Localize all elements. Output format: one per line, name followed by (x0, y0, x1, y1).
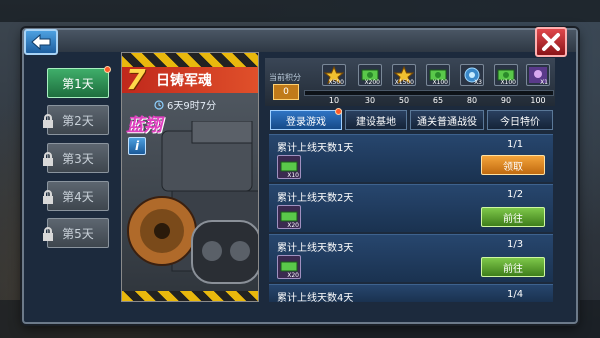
task-title: 累计上线天数1天 (277, 143, 354, 154)
milestone-reward-2[interactable]: X200 (358, 64, 382, 86)
arrow-left-icon (31, 34, 51, 50)
milestone-reward-6[interactable]: X100 (494, 64, 518, 86)
milestone-qty: X100 (432, 79, 448, 86)
game-top-bar (0, 0, 600, 22)
task-progress: 1/1 (507, 139, 524, 150)
task-row: 累计上线天数2天 1/2 X20 前往 (269, 184, 553, 232)
go-button-label: 前往 (503, 263, 523, 275)
task-reward[interactable]: X10 (277, 155, 301, 179)
close-icon (542, 33, 560, 51)
day-tab-5[interactable]: 第5天 (43, 218, 109, 248)
hero-day-number: 7 (126, 63, 146, 96)
claim-button[interactable]: 领取 (481, 155, 545, 175)
clock-icon (154, 99, 164, 110)
milestone-qty: X100 (500, 79, 516, 86)
day-tab-label: 第3天 (62, 151, 94, 166)
milestone-qty: X200 (364, 79, 380, 86)
score-text: 0 (283, 87, 289, 97)
milestone-value: 100 (530, 96, 546, 105)
tab-label: 登录游戏 (286, 116, 326, 128)
close-button[interactable] (535, 27, 567, 57)
milestone-reward-1[interactable]: X500 (322, 64, 346, 86)
event-timer: 6天9时7分 (154, 97, 216, 112)
task-row: 累计上线天数3天 1/3 X20 前往 (269, 234, 553, 282)
tab-label: 建设基地 (356, 116, 396, 128)
task-progress: 1/4 (507, 289, 524, 300)
day-tab-3[interactable]: 第3天 (43, 143, 109, 173)
task-title: 累计上线天数4天 (277, 293, 354, 304)
notification-dot (335, 108, 342, 115)
milestone-qty: X1 (540, 79, 548, 86)
milestone-qty: X1500 (394, 79, 414, 86)
milestone-reward-7[interactable]: X1 (526, 64, 550, 86)
hero-showcase-card: 7 日铸军魂 6天9时7分 蓝翔 i (121, 52, 259, 302)
hazard-stripes-bottom (122, 291, 258, 301)
reward-qty: X10 (287, 172, 299, 179)
task-progress: 1/3 (507, 239, 524, 250)
milestone-value: 30 (364, 96, 376, 105)
drill-saw (127, 196, 197, 266)
lock-icon (43, 114, 53, 128)
day-tab-label: 第2天 (62, 113, 94, 128)
tab-build-base[interactable]: 建设基地 (345, 110, 407, 130)
day-tab-2[interactable]: 第2天 (43, 105, 109, 135)
milestone-reward-5[interactable]: X3 (460, 64, 484, 86)
milestone-value: 50 (398, 96, 410, 105)
task-row: 累计上线天数1天 1/1 X10 领取 (269, 134, 553, 182)
task-progress: 1/2 (507, 189, 524, 200)
day-tab-label: 第1天 (62, 76, 94, 91)
tab-daily-deal[interactable]: 今日特价 (487, 110, 553, 130)
lock-icon (43, 152, 53, 166)
claim-button-label: 领取 (503, 161, 523, 173)
notification-dot (104, 66, 111, 73)
go-button-label: 前往 (503, 213, 523, 225)
task-title: 累计上线天数2天 (277, 193, 354, 204)
task-title: 累计上线天数3天 (277, 243, 354, 254)
day-tab-4[interactable]: 第4天 (43, 181, 109, 211)
day-tab-1[interactable]: 第1天 (47, 66, 111, 98)
reward-qty: X20 (287, 272, 299, 279)
milestone-reward-4[interactable]: X100 (426, 64, 450, 86)
milestone-value: 65 (432, 96, 444, 105)
tab-label: 今日特价 (500, 116, 540, 128)
day-tab-label: 第4天 (62, 189, 94, 204)
milestone-reward-3[interactable]: X1500 (392, 64, 416, 86)
day-tab-label: 第5天 (62, 226, 94, 241)
milestone-value: 10 (328, 96, 340, 105)
tank-artwork (127, 121, 258, 284)
event-timer-text: 6天9时7分 (167, 101, 217, 112)
lock-icon (43, 227, 53, 241)
current-score-label: 当前积分 (269, 73, 301, 82)
task-reward[interactable]: X20 (277, 205, 301, 229)
tank-tracks (191, 220, 258, 284)
milestone-value: 90 (500, 96, 512, 105)
go-button[interactable]: 前往 (481, 207, 545, 227)
hero-title: 日铸军魂 (156, 73, 212, 89)
tab-label: 通关普通战役 (417, 116, 477, 128)
lock-icon (43, 190, 53, 204)
task-row: 累计上线天数4天 1/4 (269, 284, 553, 304)
go-button[interactable]: 前往 (481, 257, 545, 277)
dialog-header (24, 30, 576, 52)
tab-clear-campaign[interactable]: 通关普通战役 (410, 110, 484, 130)
back-button[interactable] (24, 29, 58, 55)
current-score-value: 0 (273, 84, 299, 100)
task-reward[interactable]: X20 (277, 255, 301, 279)
milestone-value: 80 (466, 96, 478, 105)
milestone-qty: X500 (328, 79, 344, 86)
tab-login-game[interactable]: 登录游戏 (270, 108, 342, 130)
milestone-qty: X3 (474, 79, 482, 86)
reward-qty: X20 (287, 222, 299, 229)
